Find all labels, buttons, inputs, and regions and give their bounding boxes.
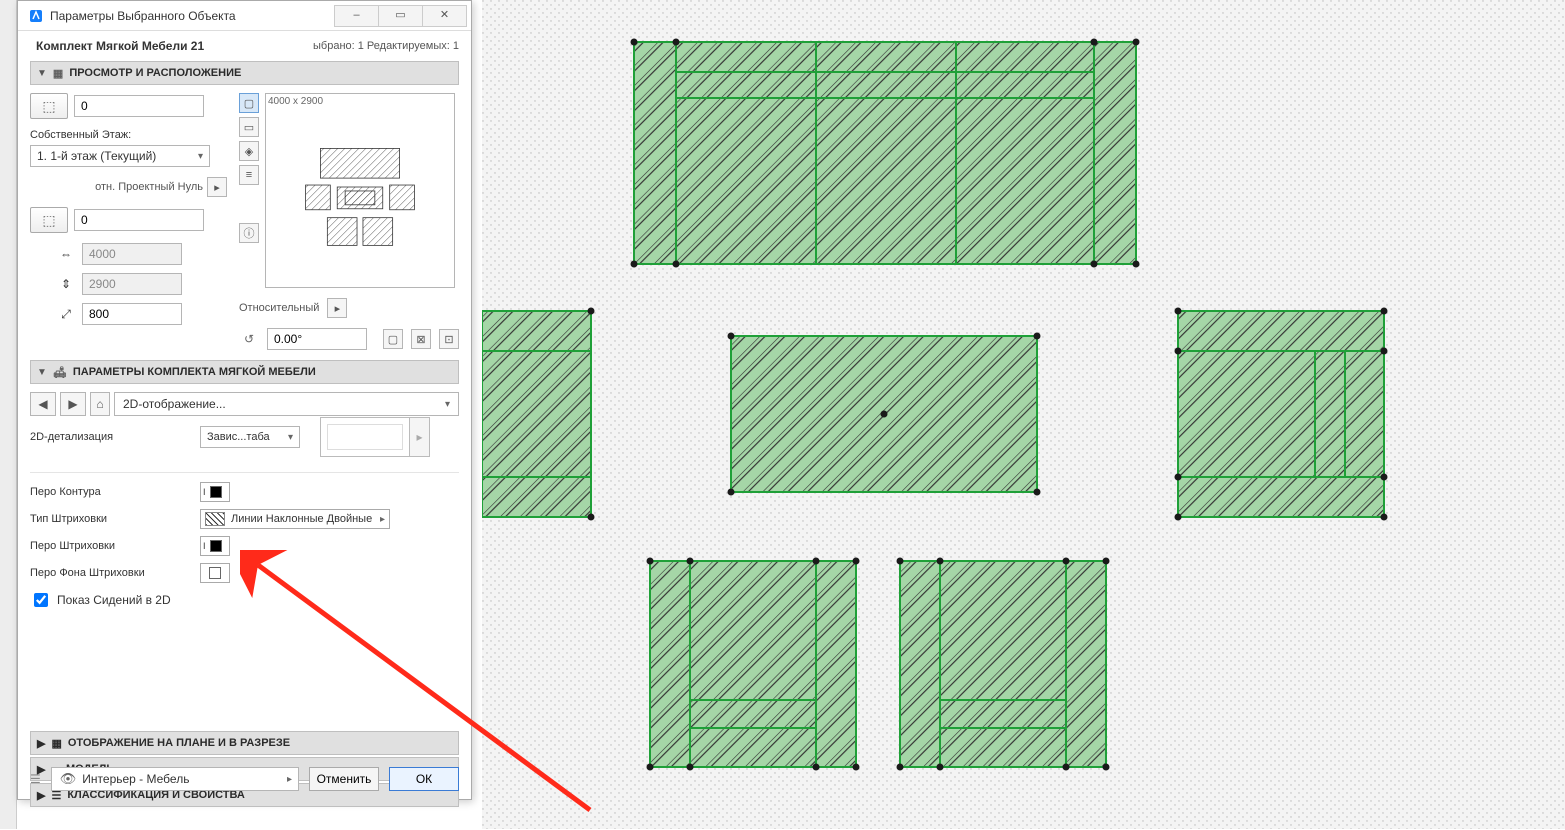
section-params-title: ПАРАМЕТРЫ КОМПЛЕКТА МЯГКОЙ МЕБЕЛИ — [73, 366, 316, 378]
mirror-z-button[interactable]: ⊡ — [439, 329, 459, 349]
chevron-down-icon: ▼ — [37, 68, 47, 79]
story-dropdown[interactable]: 1. 1-й этаж (Текущий) — [30, 145, 210, 167]
cube-icon: ▦ — [53, 67, 63, 80]
view-list-button[interactable]: ≡ — [239, 165, 259, 185]
object-settings-dialog: Параметры Выбранного Объекта – ▭ ✕ Компл… — [17, 0, 472, 800]
hatch-pen-control[interactable]: I — [200, 536, 230, 556]
relative-popup-button[interactable]: ▸ — [327, 298, 347, 318]
app-icon — [28, 8, 44, 24]
section-floorplan-header[interactable]: ▶▦ОТОБРАЖЕНИЕ НА ПЛАНЕ И В РАЗРЕЗЕ — [30, 731, 459, 755]
cancel-button[interactable]: Отменить — [309, 767, 379, 791]
plan-chair-1[interactable] — [647, 558, 860, 771]
floorplan-canvas[interactable] — [482, 0, 1565, 829]
plan-icon: ▦ — [51, 737, 61, 750]
eye-icon: 👁 — [60, 771, 77, 787]
object-name: Комплект Мягкой Мебели 21 — [36, 39, 204, 53]
relative-label: Относительный — [239, 302, 319, 314]
app-sidebar-fragment — [0, 0, 17, 829]
dim-z-input[interactable] — [82, 303, 182, 325]
hatch-bg-pen-control[interactable] — [200, 563, 230, 583]
hatch-type-dropdown[interactable]: Линии Наклонные Двойные — [200, 509, 390, 529]
dim-y-icon: ⇕ — [56, 277, 76, 291]
view-3d-button[interactable]: ◈ — [239, 141, 259, 161]
mirror-y-button[interactable]: ⊠ — [411, 329, 431, 349]
dim-z-icon: ⤢ — [56, 307, 76, 322]
chevron-right-icon: ▶ — [37, 737, 45, 750]
plan-armchair-right[interactable] — [1175, 308, 1388, 521]
section-preview-title: ПРОСМОТР И РАСПОЛОЖЕНИЕ — [69, 67, 241, 79]
own-story-label: Собственный Этаж: — [30, 129, 227, 141]
view-info-button[interactable]: ⓘ — [239, 223, 259, 243]
minimize-button[interactable]: – — [334, 5, 379, 27]
chevron-down-icon: ▼ — [37, 367, 47, 378]
show-seats-checkbox[interactable] — [34, 593, 48, 607]
view-plan-button[interactable]: ▢ — [239, 93, 259, 113]
ref-elevation-icon: ⬚ — [30, 207, 68, 233]
restore-button[interactable]: ▭ — [378, 5, 423, 27]
param-page-dropdown[interactable]: 2D-отображение... — [114, 392, 459, 416]
angle-input[interactable] — [267, 328, 367, 350]
ref-level-label: отн. Проектный Нуль — [95, 181, 203, 193]
detail-label: 2D-детализация — [30, 431, 200, 443]
elevation-input[interactable] — [74, 95, 204, 117]
selection-info: ыбрано: 1 Редактируемых: 1 — [313, 40, 459, 52]
layer-stack-icon: ☰ — [30, 772, 41, 786]
object-preview[interactable]: 4000 x 2900 — [265, 93, 455, 288]
window-title: Параметры Выбранного Объекта — [50, 9, 335, 23]
close-button[interactable]: ✕ — [422, 5, 467, 27]
ok-button[interactable]: ОК — [389, 767, 459, 791]
prev-page-button[interactable]: ◀ — [30, 392, 56, 416]
contour-pen-control[interactable]: I — [200, 482, 230, 502]
plan-chair-2[interactable] — [897, 558, 1110, 771]
dim-x-icon: ⇔ — [56, 247, 76, 261]
titlebar[interactable]: Параметры Выбранного Объекта – ▭ ✕ — [18, 1, 471, 31]
section-preview-header[interactable]: ▼ ▦ ПРОСМОТР И РАСПОЛОЖЕНИЕ — [30, 61, 459, 85]
detail-preview — [320, 417, 410, 457]
plan-armchair-left[interactable] — [482, 308, 595, 521]
page-home-button[interactable]: ⌂ — [90, 392, 110, 416]
furniture-icon: 🛋 — [53, 366, 67, 379]
contour-pen-label: Перо Контура — [30, 486, 200, 498]
detail-dropdown[interactable]: Завис...таба — [200, 426, 300, 448]
show-seats-label: Показ Сидений в 2D — [57, 593, 171, 607]
plan-table[interactable] — [728, 333, 1041, 496]
hatch-bg-pen-label: Перо Фона Штриховки — [30, 567, 200, 579]
hatch-pen-label: Перо Штриховки — [30, 540, 200, 552]
next-page-button[interactable]: ▶ — [60, 392, 86, 416]
elevation-icon: ⬚ — [30, 93, 68, 119]
ref-level-popup-button[interactable]: ▸ — [207, 177, 227, 197]
detail-preview-popup[interactable]: ▸ — [410, 417, 430, 457]
dim-x-input[interactable] — [82, 243, 182, 265]
dim-y-input[interactable] — [82, 273, 182, 295]
angle-icon: ↺ — [239, 329, 259, 349]
mirror-x-button[interactable]: ▢ — [383, 329, 403, 349]
section-params-header[interactable]: ▼ 🛋 ПАРАМЕТРЫ КОМПЛЕКТА МЯГКОЙ МЕБЕЛИ — [30, 360, 459, 384]
layer-dropdown[interactable]: 👁 Интерьер - Мебель — [51, 767, 299, 791]
view-elev-button[interactable]: ▭ — [239, 117, 259, 137]
ref-elevation-input[interactable] — [74, 209, 204, 231]
plan-sofa[interactable] — [631, 39, 1140, 268]
hatch-type-label: Тип Штриховки — [30, 513, 200, 525]
hatch-icon — [205, 512, 225, 526]
